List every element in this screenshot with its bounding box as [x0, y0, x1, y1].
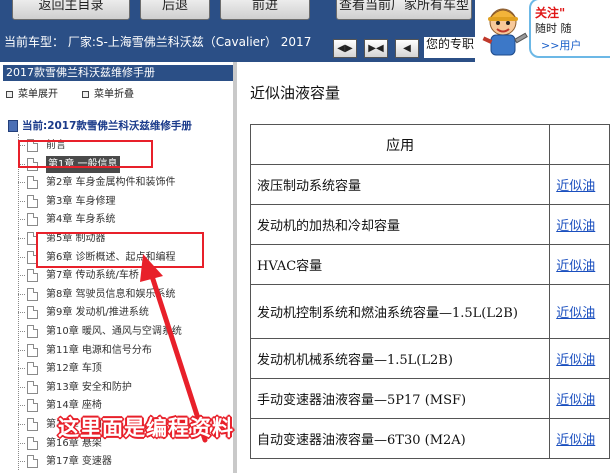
tree-branch-line [18, 200, 25, 202]
capacity-link[interactable]: 近似油 [549, 338, 610, 379]
vehicle-bar: 当前车型： 厂家:S-上海雪佛兰科沃兹（Cavalier） 2017 ◀▶ ▶◀… [0, 34, 475, 62]
capacity-link[interactable]: 近似油 [549, 204, 610, 245]
annotation-text: 这里面是编程资料 [58, 416, 234, 440]
table-row: 发动机的加热和冷却容量 近似油 [249, 204, 610, 245]
capacity-link[interactable]: 近似油 [549, 244, 610, 285]
document-icon [27, 194, 38, 208]
table-row: 手动变速器油液容量—5P17 (MSF) 近似油 [249, 378, 610, 419]
view-all-models-button[interactable]: 查看当前厂家所有车型 [336, 0, 472, 20]
promo-user-link[interactable]: >>用户 [541, 37, 581, 53]
tree-branch-line [18, 331, 25, 332]
nav-collapse-icon[interactable]: ▶◀ [364, 39, 388, 58]
document-icon [27, 362, 38, 376]
capacity-link[interactable]: 近似油 [549, 378, 610, 419]
tree-connector-line [18, 134, 19, 470]
tree-branch-line [18, 442, 25, 444]
tree-item-label: 第10章 暖风、通风与空调系统 [46, 326, 182, 337]
book-icon [8, 120, 18, 132]
application-cell: 液压制动系统容量 [249, 164, 551, 205]
table-row: 发动机控制系统和燃油系统容量—1.5L(L2B) 近似油 [249, 284, 610, 339]
tree-branch-line [18, 275, 25, 277]
application-cell: 发动机控制系统和燃油系统容量—1.5L(L2B) [249, 284, 551, 339]
promo-line-1: 关注" [535, 6, 566, 20]
highlight-box-diagnostics [36, 232, 204, 268]
promo-banner: 关注" 随时 随 >>用户 [475, 0, 610, 62]
capacity-link[interactable]: 近似油 [549, 284, 610, 339]
document-icon [27, 380, 38, 394]
document-icon [27, 213, 38, 227]
tree-item-label: 第8章 驾驶员信息和娱乐系统 [46, 288, 176, 300]
application-cell: 发动机机械系统容量—1.5L(L2B) [249, 338, 551, 379]
document-icon [27, 325, 38, 338]
document-icon [27, 436, 38, 450]
tree-item-label: 第17章 变速器 [46, 456, 112, 468]
table-row: 液压制动系统容量 近似油 [249, 164, 610, 205]
tree-branch-line [18, 293, 25, 295]
promo-line-2: 随时 随 [535, 22, 572, 35]
tree-branch-line [18, 386, 25, 388]
collapse-icon [82, 90, 89, 98]
collapse-all-label: 菜单折叠 [94, 89, 134, 100]
tree-branch-line [18, 349, 25, 351]
tree-branch-line [18, 182, 25, 184]
tree-item-label: 第3章 车身修理 [46, 195, 116, 207]
application-cell: 自动变速器油液容量—6T30 (M2A) [249, 418, 551, 459]
pro-label: 您的专职 [424, 37, 475, 58]
document-icon [27, 455, 38, 469]
expand-all-button[interactable]: 菜单展开 [6, 85, 58, 100]
content-pane: 近似油液容量 应用 液压制动系统容量 近似油 发动机的加热和冷却容量 近似油 HVAC容… [241, 62, 610, 473]
tree-branch-line [18, 238, 25, 239]
back-to-main-button[interactable]: 返回主目录 [12, 0, 130, 20]
tree-branch-line [18, 405, 25, 407]
tree-item-label: 第9章 发动机/推进系统 [46, 307, 149, 319]
back-button[interactable]: 后退 [140, 0, 210, 20]
document-icon [27, 176, 38, 190]
tree-root-label: 当前:2017款雪佛兰科沃兹维修手册 [22, 120, 192, 132]
tree-branch-line [18, 256, 25, 258]
table-row: 自动变速器油液容量—6T30 (M2A) 近似油 [249, 418, 610, 459]
column-header-link [549, 124, 610, 165]
tree-item-label: 第13章 安全和防护 [46, 381, 132, 393]
current-vehicle-label: 当前车型： 厂家:S-上海雪佛兰科沃兹（Cavalier） 2017 [4, 35, 312, 49]
document-icon [27, 287, 38, 301]
nav-expand-icon[interactable]: ◀▶ [333, 39, 357, 58]
collapse-all-button[interactable]: 菜单折叠 [82, 85, 134, 100]
table-row: HVAC容量 近似油 [249, 244, 610, 285]
document-icon [27, 306, 38, 320]
page-title: 近似油液容量 [250, 84, 341, 102]
top-toolbar: 返回主目录 后退 前进 查看当前厂家所有车型 [0, 0, 475, 34]
forward-button[interactable]: 前进 [220, 0, 310, 20]
tree-branch-line [18, 368, 25, 370]
expand-icon [6, 90, 13, 98]
document-icon [27, 343, 38, 357]
document-icon [27, 269, 38, 283]
tree-root[interactable]: 当前:2017款雪佛兰科沃兹维修手册 [8, 118, 192, 133]
table-body: 液压制动系统容量 近似油 发动机的加热和冷却容量 近似油 HVAC容量 近似油 发动机控制系… [249, 164, 610, 459]
table-header-row: 应用 [249, 124, 610, 165]
capacity-link[interactable]: 近似油 [549, 164, 610, 205]
tree-item-label: 第7章 传动系统/车桥 [46, 270, 139, 282]
nav-left-icon[interactable]: ◀ [395, 39, 419, 58]
application-cell: 手动变速器油液容量—5P17 (MSF) [249, 378, 551, 419]
tree-item-label: 第2章 车身金属构件和装饰件 [46, 177, 176, 189]
tree-item-label: 第12章 车顶 [46, 363, 102, 375]
document-icon [27, 399, 38, 413]
expand-all-label: 菜单展开 [18, 89, 58, 100]
tree-branch-line [18, 219, 25, 221]
capacity-link[interactable]: 近似油 [549, 418, 610, 459]
manual-title: 2017款雪佛兰科沃兹维修手册 [3, 65, 233, 81]
document-icon [27, 418, 38, 431]
tree-item-label: 第4章 车身系统 [46, 214, 116, 226]
column-header-application: 应用 [249, 124, 551, 165]
application-cell: HVAC容量 [249, 244, 551, 285]
table-row: 发动机机械系统容量—1.5L(L2B) 近似油 [249, 338, 610, 379]
tree-branch-line [18, 312, 25, 314]
highlight-box-general-info [18, 140, 153, 168]
tree-item-label: 第11章 电源和信号分布 [46, 344, 152, 356]
tree-branch-line [18, 424, 25, 425]
tree-branch-line [18, 461, 25, 463]
application-cell: 发动机的加热和冷却容量 [249, 204, 551, 245]
capacity-table: 应用 液压制动系统容量 近似油 发动机的加热和冷却容量 近似油 HVAC容量 近似油 发动机… [249, 124, 610, 459]
